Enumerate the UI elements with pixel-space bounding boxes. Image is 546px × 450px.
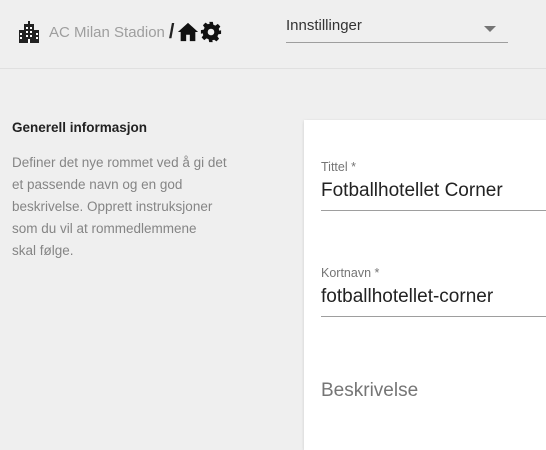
description-line: som du vil at rommedlemmene	[12, 221, 197, 236]
home-icon[interactable]	[177, 21, 199, 43]
breadcrumb: AC Milan Stadion /	[17, 16, 227, 48]
description-line: Definer det nye rommet ved å gi det	[12, 155, 227, 170]
title-input[interactable]: Fotballhotellet Corner	[321, 180, 546, 211]
section-heading: Generell informasjon	[12, 120, 148, 135]
title-field: Tittel * Fotballhotellet Corner	[321, 160, 546, 211]
page-select[interactable]: Innstillinger	[286, 8, 508, 43]
title-label: Tittel *	[321, 160, 356, 174]
page-select-value: Innstillinger	[286, 17, 362, 34]
top-bar: AC Milan Stadion / Innstillinger	[0, 0, 546, 69]
organization-name[interactable]: AC Milan Stadion	[49, 24, 165, 41]
shortname-field: Kortnavn * fotballhotellet-corner	[321, 266, 546, 317]
shortname-input[interactable]: fotballhotellet-corner	[321, 286, 546, 317]
description-input[interactable]: Beskrivelse	[321, 380, 418, 402]
description-line: skal følge.	[12, 243, 74, 258]
shortname-label: Kortnavn *	[321, 266, 380, 280]
general-info-section: Generell informasjon Definer det nye rom…	[12, 120, 294, 262]
room-form-card: Tittel * Fotballhotellet Corner Kortnavn…	[304, 120, 546, 450]
description-line: et passende navn og en god	[12, 177, 183, 192]
gear-icon[interactable]	[200, 21, 222, 43]
breadcrumb-separator: /	[168, 20, 175, 43]
section-description: Definer det nye rommet ved å gi det et p…	[12, 152, 294, 262]
chevron-down-icon	[484, 26, 496, 32]
building-icon	[19, 21, 39, 43]
description-line: beskrivelse. Opprett instruksjoner	[12, 199, 213, 214]
